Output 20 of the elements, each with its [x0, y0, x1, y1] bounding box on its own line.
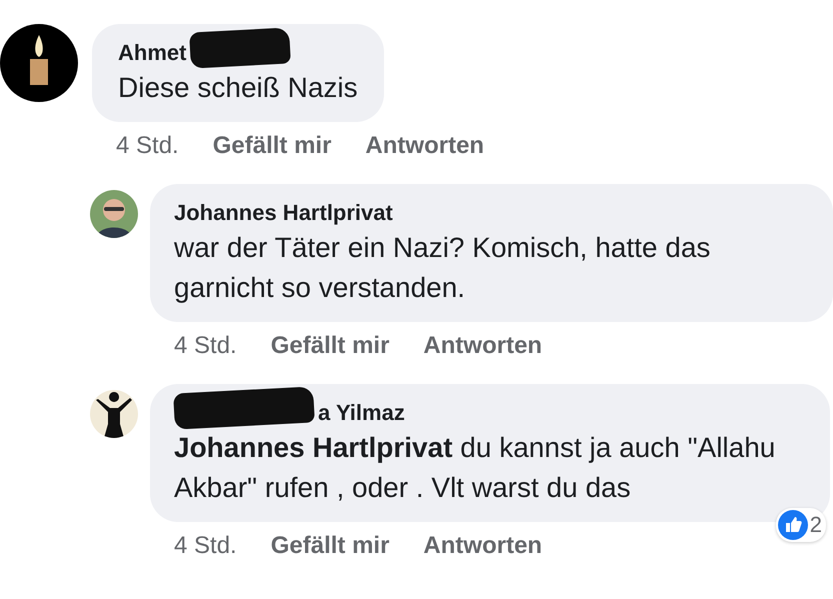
reaction-badge[interactable]: 2 — [776, 508, 826, 542]
comment-time: 4 Std. — [116, 132, 179, 160]
avatar-photo[interactable] — [90, 390, 138, 438]
author-name[interactable]: Ahmet — [118, 38, 186, 68]
comment-text: Diese scheiß Nazis — [118, 71, 358, 105]
author-name[interactable]: Johannes Hartlprivat — [174, 198, 393, 228]
comment-time: 4 Std. — [174, 532, 237, 560]
like-icon — [778, 510, 808, 540]
comment-text: war der Täter ein Nazi? Komisch, hatte das garnicht so verstanden. — [174, 231, 712, 305]
comment-time: 4 Std. — [174, 332, 237, 360]
author-name[interactable]: a Yilmaz — [318, 398, 405, 428]
comment-text: Johannes Hartlprivat du kannst ja auch "Allahu Akbar" rufen , oder . Vlt warst du das — [174, 431, 776, 505]
reply-link[interactable]: Antworten — [423, 532, 542, 560]
reply-link[interactable]: Antworten — [365, 132, 484, 160]
reply-link[interactable]: Antworten — [423, 332, 542, 360]
like-link[interactable]: Gefällt mir — [212, 132, 332, 160]
avatar-photo[interactable] — [90, 190, 138, 238]
like-link[interactable]: Gefällt mir — [270, 332, 390, 360]
reaction-count: 2 — [810, 512, 822, 538]
like-link[interactable]: Gefällt mir — [270, 532, 390, 560]
